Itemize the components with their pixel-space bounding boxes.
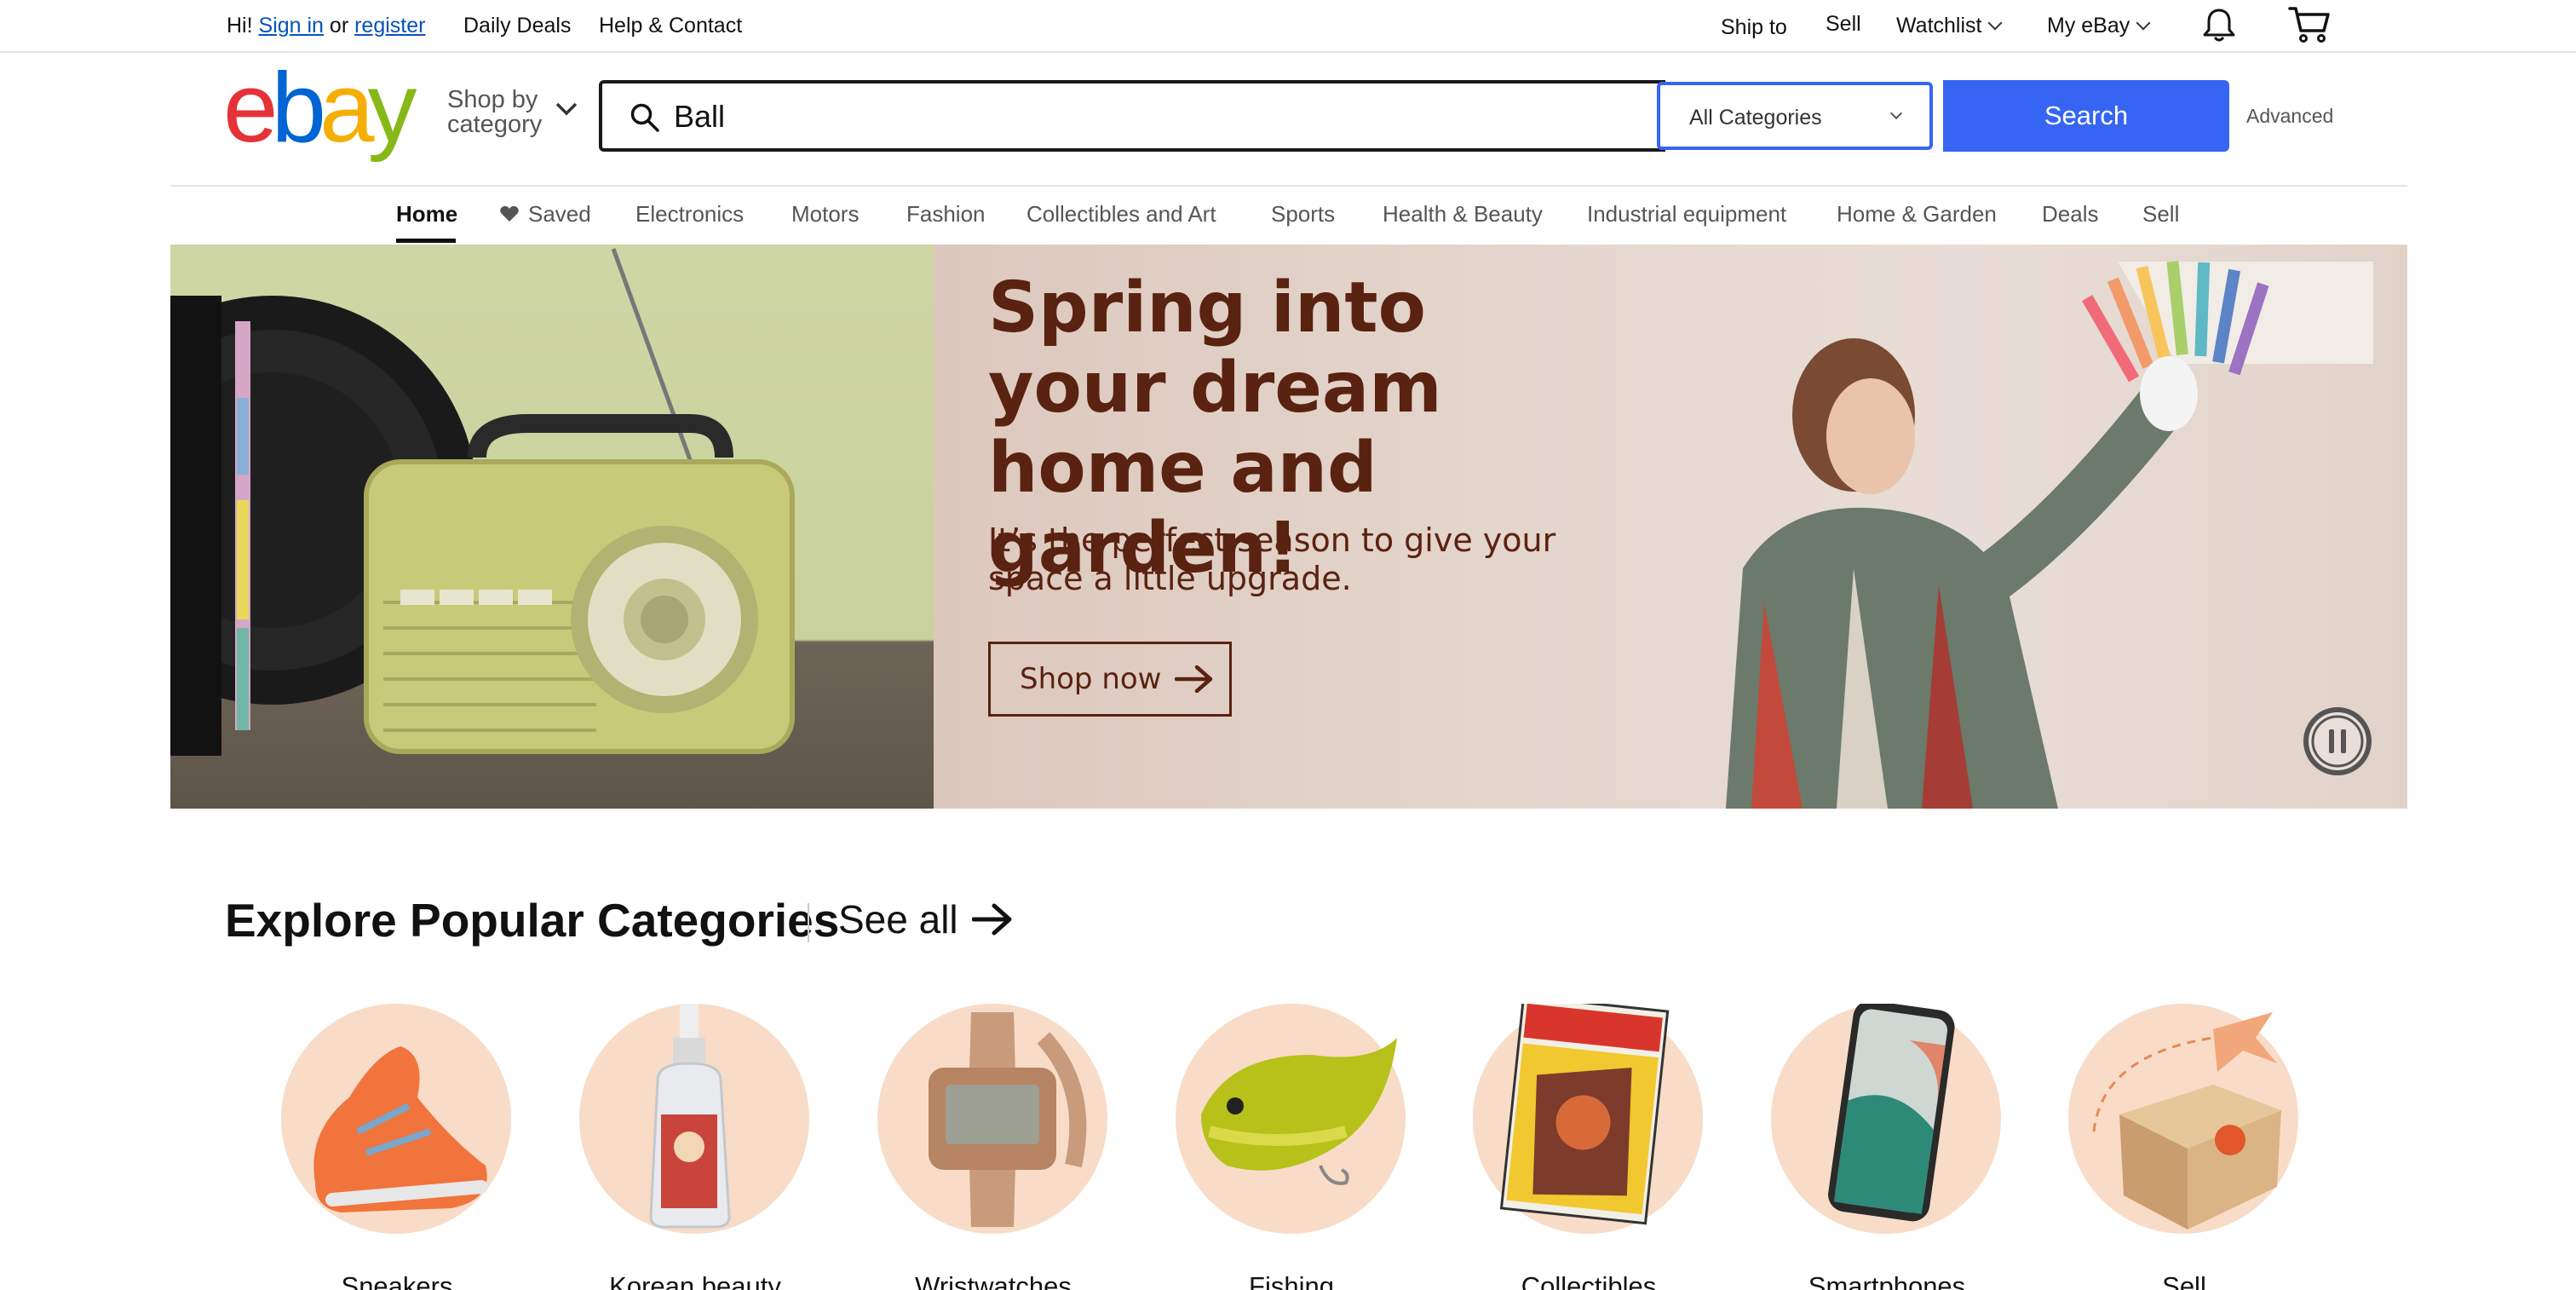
category-image [281, 1004, 511, 1234]
shop-now-label: Shop now [1020, 662, 1162, 696]
hero-banner[interactable]: Spring into your dream home and garden! … [170, 245, 2407, 809]
nav-item-electronics[interactable]: Electronics [635, 201, 744, 227]
section-divider [808, 903, 809, 942]
category-label: Fishing [1249, 1271, 1334, 1290]
nav-item-home[interactable]: Home [396, 201, 457, 227]
chevron-down-icon [1889, 107, 1903, 120]
nav-item-saved-label: Saved [528, 201, 591, 227]
nav-item-deals[interactable]: Deals [2042, 201, 2098, 227]
heart-icon [500, 205, 519, 222]
fishing-lure-icon [1201, 1038, 1397, 1185]
chevron-down-icon[interactable] [555, 101, 578, 118]
see-all-link[interactable]: See all [838, 896, 1013, 942]
sign-in-link[interactable]: Sign in [259, 14, 324, 37]
category-label: Korean beauty [609, 1271, 781, 1290]
register-link[interactable]: register [354, 14, 425, 37]
nav-item-health-beauty[interactable]: Health & Beauty [1383, 201, 1543, 227]
category-image [877, 1004, 1107, 1234]
arrow-right-icon [971, 903, 1012, 936]
my-ebay-label: My eBay [2047, 14, 2130, 37]
daily-deals-link[interactable]: Daily Deals [463, 14, 571, 38]
category-image [1473, 1004, 1703, 1234]
category-card-sell[interactable]: Sell [2068, 1004, 2300, 1290]
shipping-box-icon [2092, 1012, 2281, 1230]
bell-icon[interactable] [2200, 7, 2238, 44]
nav-item-sell[interactable]: Sell [2142, 201, 2179, 227]
category-image [1771, 1004, 2001, 1234]
svg-text:ebay: ebay [223, 68, 417, 162]
nav-item-sports[interactable]: Sports [1271, 201, 1335, 227]
pause-icon[interactable] [2303, 706, 2372, 776]
hero-image-radio [170, 245, 934, 809]
serum-bottle-icon [649, 1004, 731, 1229]
comic-book-icon [1499, 1004, 1670, 1225]
category-card-fishing[interactable]: Fishing [1176, 1004, 1407, 1290]
chevron-down-icon [1987, 15, 2003, 31]
or-text: or [329, 14, 349, 37]
category-card-smartphones[interactable]: Smartphones [1771, 1004, 2003, 1290]
section-title: Explore Popular Categories [225, 894, 840, 947]
category-label: Collectibles [1521, 1271, 1657, 1290]
search-input[interactable]: Ball [674, 95, 725, 138]
sneaker-icon [313, 1046, 488, 1212]
header-divider [170, 185, 2407, 187]
category-image [1176, 1004, 1406, 1234]
cart-icon[interactable] [2288, 5, 2331, 44]
shop-by-category-label[interactable]: Shop by category [447, 88, 542, 137]
nav-item-fashion[interactable]: Fashion [906, 201, 986, 227]
nav-item-collectibles-art[interactable]: Collectibles and Art [1026, 201, 1216, 227]
category-card-collectibles[interactable]: Collectibles [1473, 1004, 1705, 1290]
category-card-sneakers[interactable]: Sneakers [281, 1004, 513, 1290]
smartphone-icon [1828, 1004, 1955, 1222]
nav-item-industrial-equipment[interactable]: Industrial equipment [1587, 201, 1786, 227]
category-card-wristwatches[interactable]: Wristwatches [877, 1004, 1109, 1290]
category-label: Wristwatches [915, 1271, 1072, 1290]
advanced-search-link[interactable]: Advanced [2246, 105, 2333, 128]
watchlist-button[interactable]: Watchlist [1896, 14, 2003, 38]
watchlist-label: Watchlist [1896, 14, 1982, 37]
search-button[interactable]: Search [1943, 80, 2229, 152]
ship-to-button[interactable]: Ship to [1721, 15, 1787, 40]
category-image [579, 1004, 809, 1234]
category-label: Smartphones [1808, 1271, 1966, 1290]
category-label: Sell [2162, 1271, 2206, 1290]
category-card-korean-beauty[interactable]: Korean beauty [579, 1004, 811, 1290]
category-select-value: All Categories [1689, 106, 1822, 130]
top-bar: Hi! Sign in or register Daily Deals Help… [0, 0, 2576, 53]
arrow-right-icon [1175, 665, 1213, 694]
nav-item-home-garden[interactable]: Home & Garden [1837, 201, 1997, 227]
nav-item-motors[interactable]: Motors [791, 201, 859, 227]
category-label: Sneakers [341, 1271, 453, 1290]
wristwatch-icon [929, 1012, 1087, 1227]
nav-item-saved[interactable]: Saved [499, 201, 591, 227]
ebay-logo[interactable]: ebay [223, 68, 428, 162]
search-box[interactable]: Ball [599, 80, 1665, 152]
category-image [2068, 1004, 2298, 1234]
see-all-label: See all [838, 897, 958, 942]
my-ebay-button[interactable]: My eBay [2047, 14, 2151, 38]
radio-illustration [170, 248, 795, 756]
hero-subtitle: It’s the perfect season to give your spa… [988, 521, 1556, 597]
nav-active-indicator [396, 239, 456, 243]
sell-link-top[interactable]: Sell [1826, 12, 1861, 37]
chevron-down-icon [2136, 15, 2151, 31]
greeting-text: Hi! [227, 14, 253, 37]
search-icon [630, 103, 659, 132]
help-contact-link[interactable]: Help & Contact [599, 14, 742, 38]
category-select[interactable]: All Categories [1657, 82, 1933, 150]
greeting: Hi! Sign in or register [227, 14, 425, 38]
shop-now-button[interactable]: Shop now [988, 642, 1232, 717]
